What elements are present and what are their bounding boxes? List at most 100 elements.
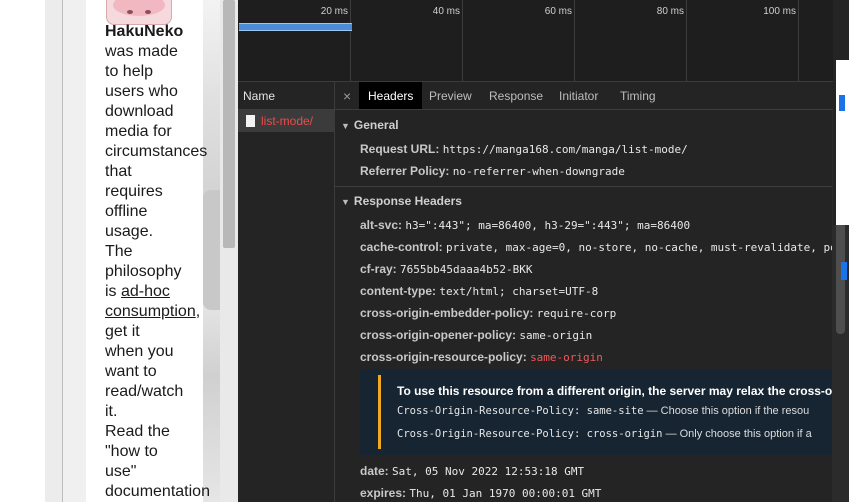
general-section-header[interactable]: ▼ General bbox=[341, 118, 399, 132]
description-line: use" bbox=[105, 463, 137, 480]
header-value: https://manga168.com/manga/list-mode/ bbox=[442, 143, 688, 156]
timeline-tick-label: 60 ms bbox=[544, 6, 572, 17]
header-key: cross-origin-resource-policy: bbox=[360, 350, 527, 364]
side-panel-edge bbox=[833, 0, 849, 225]
description-line: read/watch bbox=[105, 383, 184, 400]
request-url-row: Request URL: https://manga168.com/manga/… bbox=[360, 142, 688, 156]
header-value: Sat, 05 Nov 2022 12:53:18 GMT bbox=[392, 465, 585, 478]
callout-code: Cross-Origin-Resource-Policy: same-site bbox=[397, 405, 644, 417]
header-value: no-referrer-when-downgrade bbox=[452, 165, 625, 178]
section-title: Response Headers bbox=[353, 194, 462, 208]
description-line: offline bbox=[105, 203, 148, 220]
description-line: documentation bbox=[105, 483, 210, 500]
tab-response[interactable]: Response bbox=[489, 82, 543, 109]
timeline-tick-label: 40 ms bbox=[432, 6, 460, 17]
request-details-pane: × Headers Preview Response Initiator Tim… bbox=[335, 82, 849, 502]
header-key: Request URL: bbox=[360, 142, 440, 156]
request-row[interactable]: list-mode/ bbox=[238, 110, 334, 132]
section-title: General bbox=[353, 118, 399, 132]
header-key: cross-origin-embedder-policy: bbox=[360, 306, 534, 320]
header-key: cross-origin-opener-policy: bbox=[360, 328, 517, 342]
web-page: HakuNeko was made to help users who down… bbox=[0, 0, 238, 502]
header-value: text/html; charset=UTF-8 bbox=[439, 285, 599, 298]
timeline-gridline bbox=[798, 0, 799, 81]
timeline-tick-label: 20 ms bbox=[320, 6, 348, 17]
side-panel-white-area bbox=[836, 60, 849, 225]
devtools-network-panel: 20 ms 40 ms 60 ms 80 ms 100 ms Name list… bbox=[238, 0, 849, 502]
tab-timing[interactable]: Timing bbox=[620, 82, 656, 109]
request-waterfall-bar[interactable] bbox=[239, 23, 352, 31]
tab-initiator[interactable]: Initiator bbox=[559, 82, 598, 109]
response-header-row: date: Sat, 05 Nov 2022 12:53:18 GMT bbox=[360, 464, 584, 478]
corp-warning-callout: To use this resource from a different or… bbox=[360, 369, 840, 455]
details-tab-bar: × Headers Preview Response Initiator Tim… bbox=[335, 82, 849, 110]
callout-option-line: Cross-Origin-Resource-Policy: cross-orig… bbox=[397, 428, 812, 440]
side-panel-marker bbox=[841, 262, 847, 280]
timeline-tick-label: 80 ms bbox=[656, 6, 684, 17]
callout-text: — Only choose this option if a bbox=[662, 428, 812, 440]
section-divider bbox=[335, 186, 832, 187]
header-value: 7655bb45daaa4b52-BKK bbox=[400, 263, 533, 276]
header-key: expires: bbox=[360, 486, 407, 500]
name-column-header[interactable]: Name bbox=[238, 82, 334, 110]
description-text: is bbox=[105, 283, 121, 300]
callout-option-line: Cross-Origin-Resource-Policy: same-site … bbox=[397, 405, 809, 417]
response-header-row: cross-origin-opener-policy: same-origin bbox=[360, 328, 592, 342]
header-key: content-type: bbox=[360, 284, 436, 298]
description-line: users who bbox=[105, 83, 178, 100]
description-line: requires bbox=[105, 183, 163, 200]
callout-title: To use this resource from a different or… bbox=[397, 384, 841, 398]
consumption-link[interactable]: consumption bbox=[105, 303, 196, 320]
response-headers-section-header[interactable]: ▼ Response Headers bbox=[341, 194, 462, 208]
response-header-row: cross-origin-embedder-policy: require-co… bbox=[360, 306, 616, 320]
description-line: get it bbox=[105, 323, 140, 340]
referrer-policy-row: Referrer Policy: no-referrer-when-downgr… bbox=[360, 164, 625, 178]
request-list: Name list-mode/ bbox=[238, 82, 335, 502]
page-gutter-left bbox=[45, 0, 62, 502]
response-header-row: alt-svc: h3=":443"; ma=86400, h3-29=":44… bbox=[360, 218, 690, 232]
header-key: cache-control: bbox=[360, 240, 443, 254]
response-header-row: cache-control: private, max-age=0, no-st… bbox=[360, 240, 837, 254]
response-header-row: expires: Thu, 01 Jan 1970 00:00:01 GMT bbox=[360, 486, 601, 500]
warning-accent-bar bbox=[378, 375, 381, 449]
description-line: it. bbox=[105, 403, 118, 420]
header-key: cf-ray: bbox=[360, 262, 397, 276]
timeline-gridline bbox=[574, 0, 575, 81]
header-key: date: bbox=[360, 464, 389, 478]
timeline-tick-label: 100 ms bbox=[763, 6, 796, 17]
description-line: usage. bbox=[105, 223, 154, 240]
description-line: to help bbox=[105, 63, 154, 80]
callout-code: Cross-Origin-Resource-Policy: cross-orig… bbox=[397, 428, 663, 440]
ad-hoc-link[interactable]: ad-hoc bbox=[121, 283, 170, 300]
description-line: circumstances bbox=[105, 143, 208, 160]
description-line: Read the bbox=[105, 423, 170, 440]
collapse-triangle-icon: ▼ bbox=[341, 121, 350, 131]
header-value: h3=":443"; ma=86400, h3-29=":443"; ma=86… bbox=[405, 219, 691, 232]
close-details-icon[interactable]: × bbox=[343, 82, 351, 109]
description-line: consumption, bbox=[105, 302, 225, 322]
response-header-row: cross-origin-resource-policy: same-origi… bbox=[360, 350, 603, 364]
timeline-gridline bbox=[462, 0, 463, 81]
description-line: when you bbox=[105, 343, 174, 360]
description-line: that bbox=[105, 163, 132, 180]
document-file-icon bbox=[246, 115, 255, 127]
network-overview-timeline[interactable]: 20 ms 40 ms 60 ms 80 ms 100 ms bbox=[238, 0, 849, 82]
header-value-blocked: same-origin bbox=[530, 351, 603, 364]
side-panel-marker bbox=[839, 95, 845, 111]
header-value: same-origin bbox=[519, 329, 593, 342]
response-header-row: cf-ray: 7655bb45daaa4b52-BKK bbox=[360, 262, 532, 276]
header-key: alt-svc: bbox=[360, 218, 403, 232]
header-value: require-corp bbox=[536, 307, 617, 320]
tab-preview[interactable]: Preview bbox=[429, 82, 472, 109]
description-line: philosophy bbox=[105, 263, 182, 280]
description-line: "how to bbox=[105, 443, 158, 460]
header-value: Thu, 01 Jan 1970 00:00:01 GMT bbox=[409, 487, 602, 500]
app-name: HakuNeko bbox=[105, 23, 184, 40]
timeline-gridline bbox=[350, 0, 351, 81]
request-name: list-mode/ bbox=[261, 114, 314, 128]
response-header-row: content-type: text/html; charset=UTF-8 bbox=[360, 284, 598, 298]
collapse-triangle-icon: ▼ bbox=[341, 197, 350, 207]
description-line: want to bbox=[105, 363, 157, 380]
tab-headers[interactable]: Headers bbox=[359, 82, 423, 109]
header-value: private, max-age=0, no-store, no-cache, … bbox=[446, 241, 837, 254]
